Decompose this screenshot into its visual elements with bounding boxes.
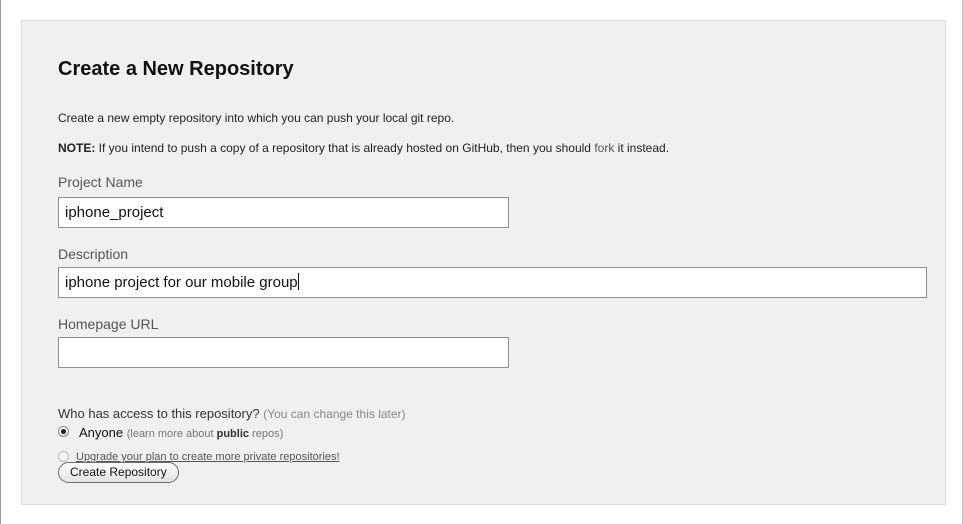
anyone-hint-before: (learn more about — [126, 428, 217, 440]
new-repository-panel: Create a New Repository Create a new emp… — [21, 20, 946, 505]
note-text: NOTE: If you intend to push a copy of a … — [58, 141, 669, 155]
private-radio — [58, 451, 69, 462]
create-repository-button[interactable]: Create Repository — [58, 462, 179, 483]
note-label: NOTE: — [58, 141, 96, 155]
anyone-radio[interactable] — [58, 426, 69, 437]
project-name-input[interactable]: iphone_project — [58, 197, 509, 228]
anyone-hint: (learn more about public repos) — [127, 428, 284, 440]
note-text-after: it instead. — [614, 141, 670, 155]
intro-text: Create a new empty repository into which… — [58, 111, 455, 125]
description-label: Description — [58, 246, 129, 262]
anyone-hint-after: repos) — [249, 428, 284, 440]
window-frame: Create a New Repository Create a new emp… — [0, 0, 963, 524]
anyone-radio-label: Anyone (learn more about public repos) — [79, 425, 283, 440]
anyone-hint-bold: public — [216, 428, 249, 440]
access-question-hint: (You can change this later) — [263, 407, 406, 421]
access-question: Who has access to this repository? (You … — [58, 406, 406, 421]
project-name-label: Project Name — [58, 174, 143, 190]
homepage-url-label: Homepage URL — [58, 316, 159, 332]
note-text-before: If you intend to push a copy of a reposi… — [95, 141, 595, 155]
access-question-text: Who has access to this repository? — [58, 406, 260, 421]
page-title: Create a New Repository — [58, 58, 294, 80]
fork-link[interactable]: fork — [594, 141, 614, 155]
text-cursor — [297, 273, 299, 290]
homepage-url-input[interactable] — [58, 337, 509, 368]
project-name-value: iphone_project — [65, 204, 164, 221]
description-value: iphone project for our mobile group — [65, 274, 298, 291]
description-input[interactable]: iphone project for our mobile group — [58, 267, 927, 298]
anyone-label: Anyone — [79, 425, 124, 440]
